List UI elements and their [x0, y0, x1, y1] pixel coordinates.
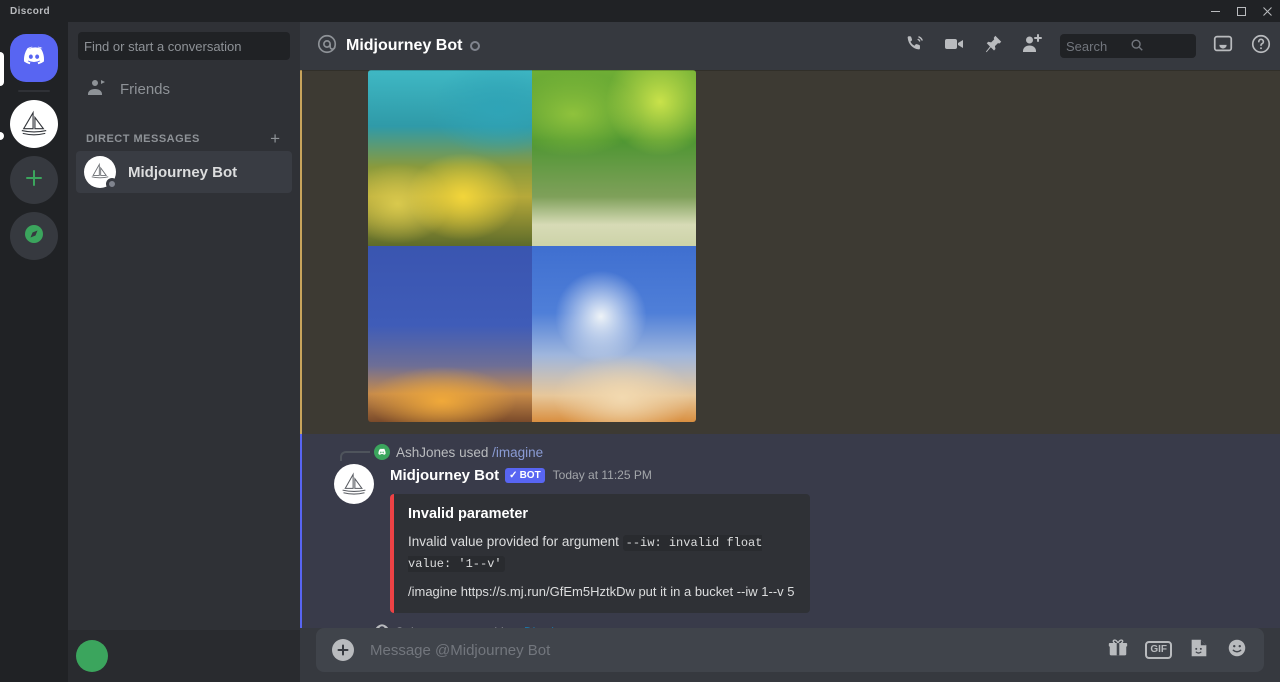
sidebar-item-add-server[interactable]	[10, 156, 58, 204]
reply-author[interactable]: AshJones	[396, 445, 455, 460]
ephemeral-note-separator: •	[515, 625, 519, 629]
message-body: Midjourney Bot ✓ BOT Today at 11:25 PM I…	[390, 464, 1264, 613]
title-bar: Discord	[0, 0, 1280, 22]
message-author[interactable]: Midjourney Bot	[390, 467, 499, 484]
status-badge	[106, 178, 118, 190]
bot-badge: ✓ BOT	[505, 467, 545, 483]
discord-app-window: Discord Find or start a conversation Fri…	[0, 0, 1280, 682]
find-conversation-input[interactable]: Find or start a conversation	[78, 32, 290, 60]
channel-header: Midjourney Bot Search	[300, 22, 1280, 70]
help-circle-icon[interactable]	[1250, 33, 1272, 60]
direct-messages-title: DIRECT MESSAGES	[86, 132, 200, 145]
status-badge	[470, 41, 481, 51]
window-controls	[1202, 0, 1280, 22]
embed-command-line: /imagine https://s.mj.run/GfEm5HztkDw pu…	[408, 584, 795, 599]
avatar	[84, 156, 118, 190]
composer-tools: GIF	[1107, 637, 1248, 664]
sticker-icon[interactable]	[1188, 637, 1210, 664]
find-conversation-placeholder: Find or start a conversation	[84, 38, 242, 54]
sidebar-item-home[interactable]	[10, 34, 58, 82]
error-embed: Invalid parameter Invalid value provided…	[390, 494, 810, 613]
reply-command[interactable]: /imagine	[492, 445, 543, 460]
plus-icon	[24, 168, 44, 193]
at-sign-icon	[316, 33, 338, 60]
rail-divider	[18, 90, 50, 92]
sidebar-item-friends-label: Friends	[120, 80, 171, 98]
grid-tile-3[interactable]	[368, 246, 532, 422]
embed-description: Invalid value provided for argument --iw…	[408, 532, 796, 574]
server-rail	[0, 22, 68, 682]
inbox-icon[interactable]	[1212, 33, 1234, 60]
close-button[interactable]	[1254, 0, 1280, 22]
direct-messages-header: DIRECT MESSAGES +	[76, 112, 292, 151]
message-input-bar[interactable]: Message @Midjourney Bot GIF	[316, 628, 1264, 672]
user-panel[interactable]	[68, 630, 300, 682]
emoji-icon[interactable]	[1226, 637, 1248, 664]
embed-description-text: Invalid value provided for argument	[408, 534, 619, 549]
message-row: Midjourney Bot ✓ BOT Today at 11:25 PM I…	[318, 462, 1280, 613]
avatar	[374, 444, 390, 460]
avatar[interactable]	[334, 464, 374, 504]
reply-used-label: used	[459, 444, 489, 460]
create-dm-button[interactable]: +	[270, 130, 284, 147]
magnifier-icon	[1130, 38, 1190, 55]
chat-main: Midjourney Bot Search AshJones used /ima…	[300, 22, 1280, 682]
grid-tile-1[interactable]	[368, 70, 532, 246]
midjourney-image-grid[interactable]	[368, 70, 696, 422]
message-timestamp: Today at 11:25 PM	[552, 468, 652, 482]
embed-title: Invalid parameter	[408, 506, 529, 522]
composer-area: Message @Midjourney Bot GIF	[300, 628, 1280, 682]
plus-circle-icon[interactable]	[332, 639, 354, 661]
bot-badge-label: BOT	[519, 469, 541, 481]
ephemeral-note-text: Only you can see this	[395, 625, 510, 629]
verified-check-icon: ✓	[509, 469, 518, 481]
maximize-button[interactable]	[1228, 0, 1254, 22]
dm-list: Friends DIRECT MESSAGES + Midjourney Bot	[68, 60, 300, 630]
grid-tile-2[interactable]	[532, 70, 696, 246]
grid-tile-4[interactable]	[532, 246, 696, 422]
ephemeral-note: Only you can see this • Dismiss message	[374, 621, 1280, 628]
search-input[interactable]: Search	[1060, 34, 1196, 58]
discord-logo-icon	[20, 42, 48, 75]
sailboat-icon	[19, 109, 49, 139]
avatar[interactable]	[76, 640, 108, 672]
video-camera-icon[interactable]	[942, 32, 966, 61]
add-person-icon[interactable]	[1020, 32, 1044, 61]
active-server-pill-home	[0, 52, 4, 86]
unread-pill-midjourney	[0, 132, 4, 140]
list-item-label: Midjourney Bot	[128, 163, 238, 181]
message-header: Midjourney Bot ✓ BOT Today at 11:25 PM	[390, 464, 1264, 486]
header-actions: Search	[904, 32, 1272, 61]
search-placeholder: Search	[1066, 38, 1108, 54]
dismiss-message-link[interactable]: Dismiss message	[524, 625, 618, 629]
phone-call-icon[interactable]	[904, 33, 926, 60]
message-input-placeholder: Message @Midjourney Bot	[370, 641, 551, 659]
message-ephemeral-error: AshJones used /imagine Midjourney Bot ✓ …	[300, 434, 1280, 628]
eye-icon	[374, 621, 390, 628]
list-item[interactable]: Midjourney Bot	[76, 151, 292, 193]
pin-icon[interactable]	[982, 33, 1004, 60]
app-body: Find or start a conversation Friends DIR…	[0, 22, 1280, 682]
gift-icon[interactable]	[1107, 637, 1129, 664]
reply-context-text: AshJones used /imagine	[396, 445, 543, 460]
reply-connector	[340, 451, 370, 461]
compass-icon	[23, 223, 45, 250]
gif-icon[interactable]: GIF	[1145, 641, 1172, 659]
reply-context: AshJones used /imagine	[340, 442, 1280, 462]
app-brand-label: Discord	[10, 5, 51, 17]
minimize-button[interactable]	[1202, 0, 1228, 22]
page-title: Midjourney Bot	[346, 37, 463, 54]
sidebar-item-explore[interactable]	[10, 212, 58, 260]
message-list[interactable]: AshJones used /imagine Midjourney Bot ✓ …	[300, 70, 1280, 628]
sidebar-item-midjourney-server[interactable]	[10, 100, 58, 148]
message-image-result	[300, 70, 1280, 434]
sidebar-item-friends[interactable]: Friends	[76, 68, 292, 110]
dm-sidebar: Find or start a conversation Friends DIR…	[68, 22, 300, 682]
friends-icon	[84, 75, 108, 104]
